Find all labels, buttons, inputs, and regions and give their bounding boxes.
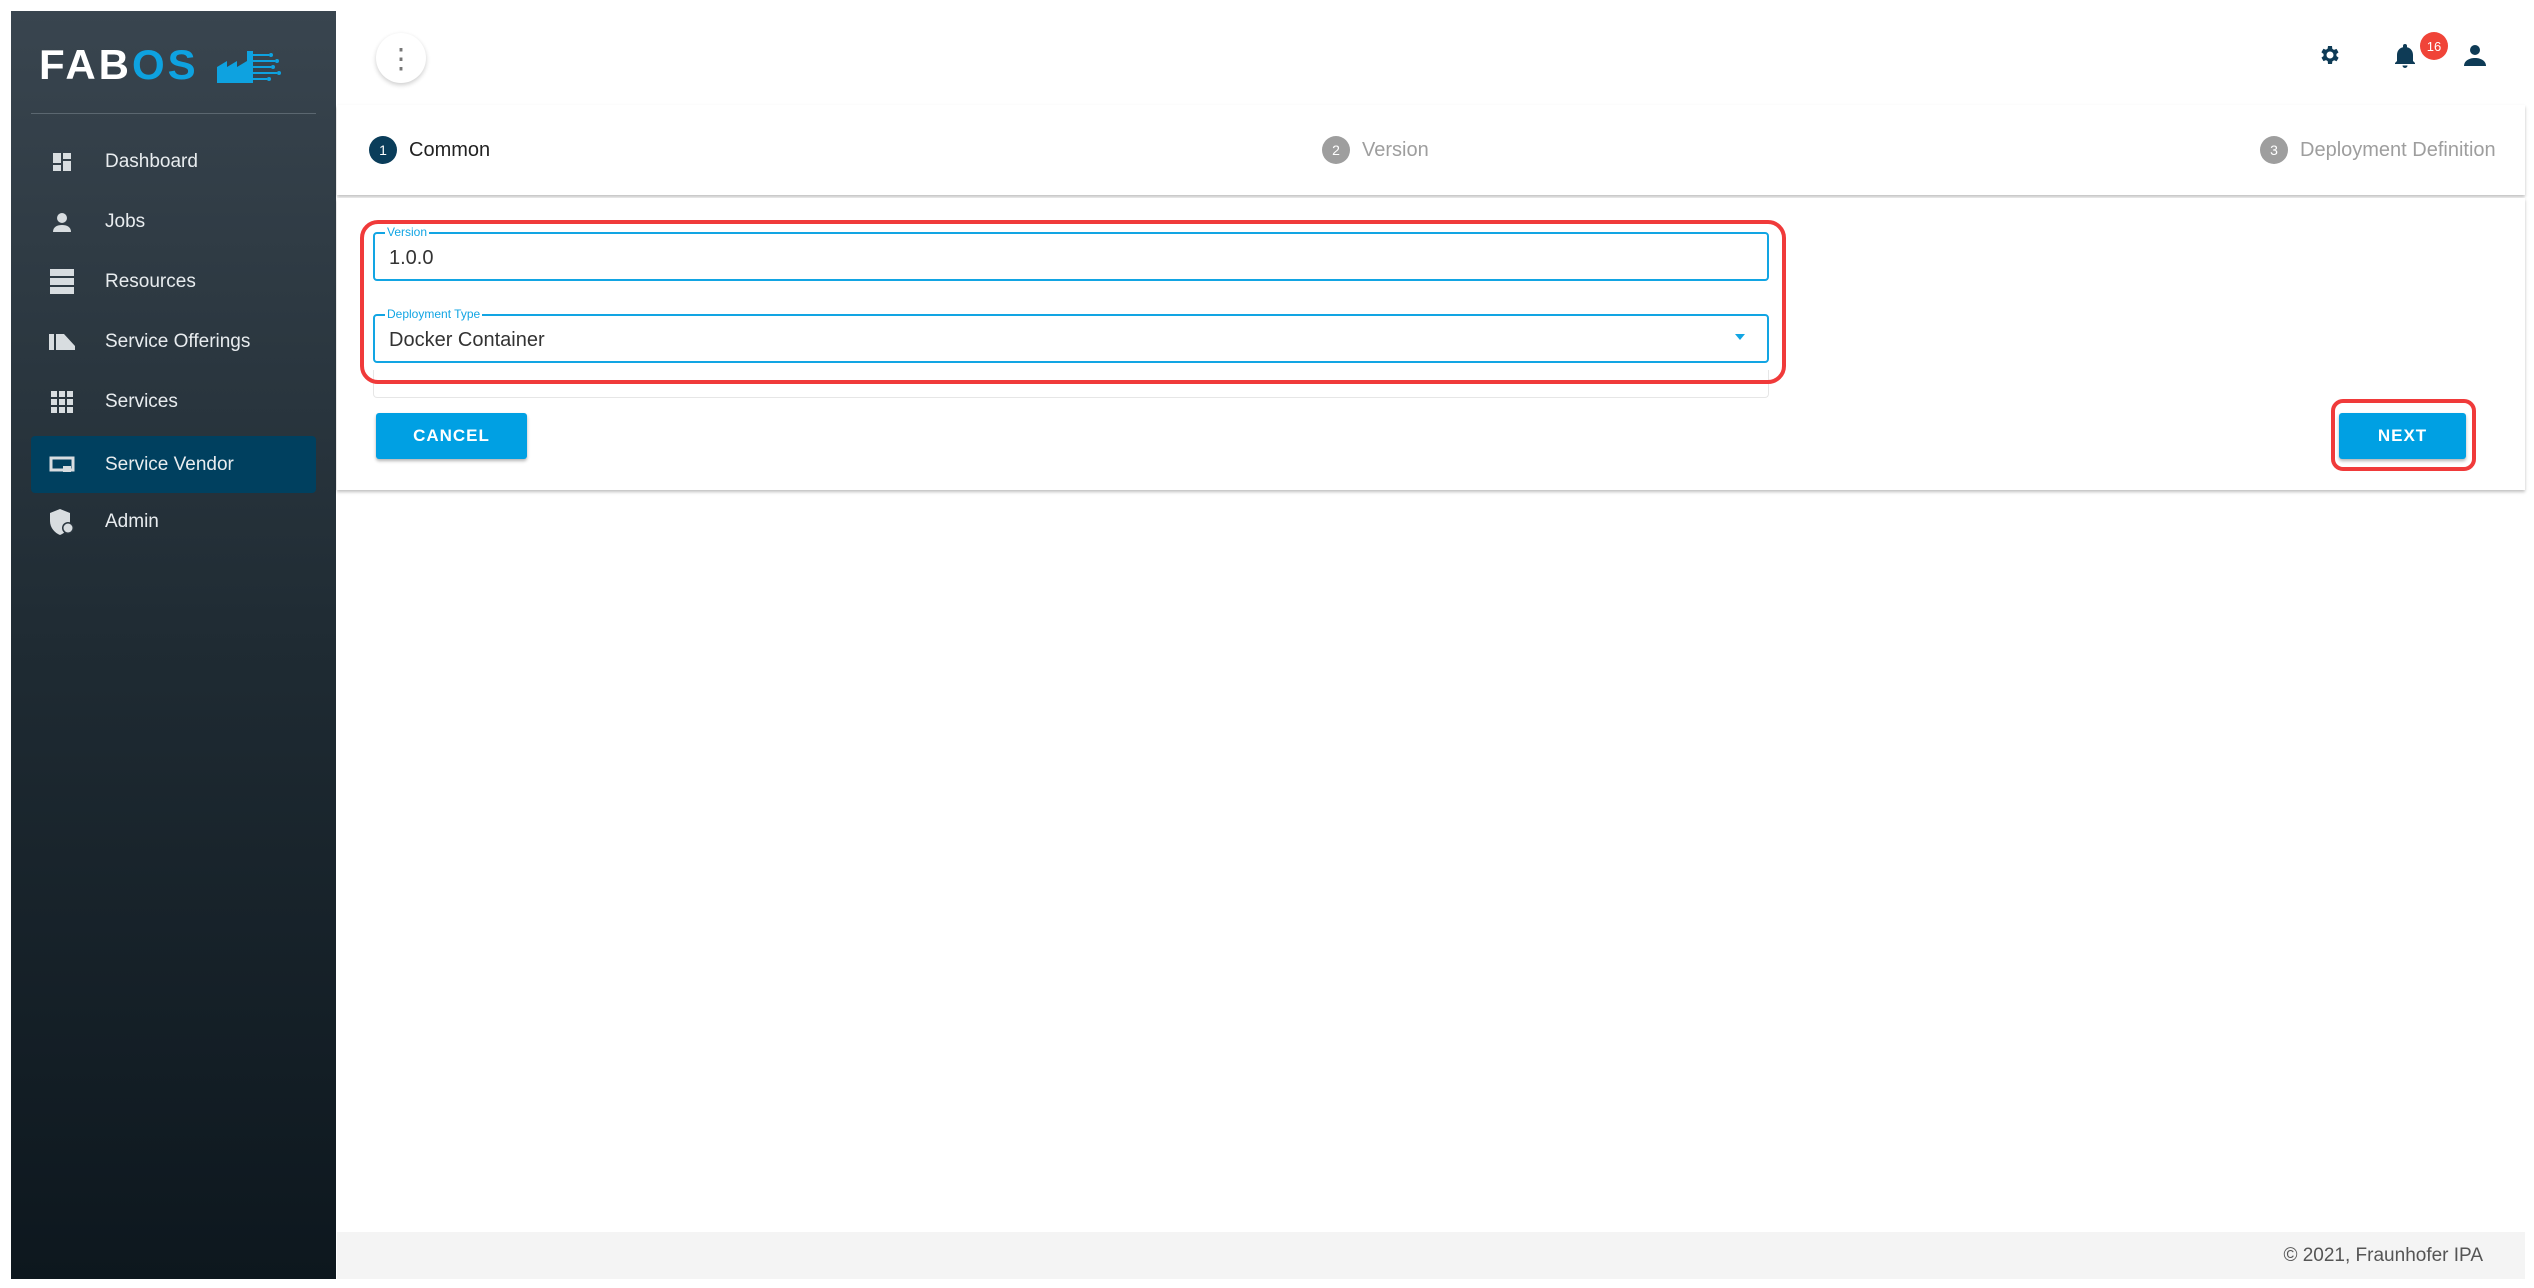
sidebar-item-jobs[interactable]: Jobs xyxy=(31,193,316,250)
step-version[interactable]: 2 Version xyxy=(1322,136,1429,164)
dashboard-icon xyxy=(49,149,75,175)
stepper: 1 Common 2 Version 3 Deployment Definiti… xyxy=(337,105,2525,195)
bell-icon xyxy=(2395,44,2415,68)
sidebar-item-label: Dashboard xyxy=(105,150,198,172)
highlight-annotation-next xyxy=(2331,399,2476,471)
sidebar-item-label: Resources xyxy=(105,270,196,292)
step-number: 2 xyxy=(1322,136,1350,164)
highlight-annotation-fields xyxy=(360,220,1786,384)
sidebar-item-label: Service Offerings xyxy=(105,330,251,352)
account-button[interactable] xyxy=(2460,40,2490,70)
top-header: ⋮ xyxy=(336,0,2534,100)
step-number: 1 xyxy=(369,136,397,164)
storage-icon xyxy=(49,268,75,295)
step-common[interactable]: 1 Common xyxy=(369,136,490,164)
sidebar-item-resources[interactable]: Resources xyxy=(31,253,316,310)
sidebar: FABOS Dashboard Jobs Resources Service O… xyxy=(11,11,336,1279)
notifications-button[interactable] xyxy=(2390,40,2420,70)
step-label: Version xyxy=(1362,138,1429,161)
engineer-icon xyxy=(49,209,75,235)
sidebar-item-service-offerings[interactable]: Service Offerings xyxy=(31,313,316,370)
more-menu-button[interactable]: ⋮ xyxy=(376,33,426,83)
gear-icon xyxy=(2321,46,2339,64)
apps-grid-icon xyxy=(49,389,75,415)
sidebar-item-label: Service Vendor xyxy=(105,453,234,475)
factory-circuit-icon xyxy=(216,51,281,83)
kebab-icon: ⋮ xyxy=(387,42,415,74)
notification-count-badge: 16 xyxy=(2420,32,2448,60)
step-deployment-definition[interactable]: 3 Deployment Definition xyxy=(2260,136,2496,164)
sidebar-divider xyxy=(31,113,316,114)
user-icon xyxy=(2464,45,2486,66)
sidebar-item-label: Admin xyxy=(105,510,159,532)
hand-offer-icon xyxy=(49,329,75,355)
sidebar-item-admin[interactable]: Admin xyxy=(31,493,316,550)
sidebar-item-label: Jobs xyxy=(105,210,146,232)
footer: © 2021, Fraunhofer IPA xyxy=(337,1232,2525,1279)
step-number: 3 xyxy=(2260,136,2288,164)
fabos-logo: FABOS xyxy=(39,41,281,89)
sidebar-item-service-vendor[interactable]: Service Vendor xyxy=(31,436,316,493)
sidebar-item-label: Services xyxy=(105,390,178,412)
step-label: Common xyxy=(409,138,491,161)
sidebar-item-dashboard[interactable]: Dashboard xyxy=(31,133,316,190)
settings-button[interactable] xyxy=(2314,40,2344,70)
cancel-button[interactable]: CANCEL xyxy=(376,413,527,459)
vendor-icon xyxy=(49,452,75,478)
admin-shield-icon xyxy=(49,508,75,535)
step-label: Deployment Definition xyxy=(2300,138,2496,161)
sidebar-item-services[interactable]: Services xyxy=(31,373,316,430)
copyright-text: © 2021, Fraunhofer IPA xyxy=(2283,1244,2483,1266)
